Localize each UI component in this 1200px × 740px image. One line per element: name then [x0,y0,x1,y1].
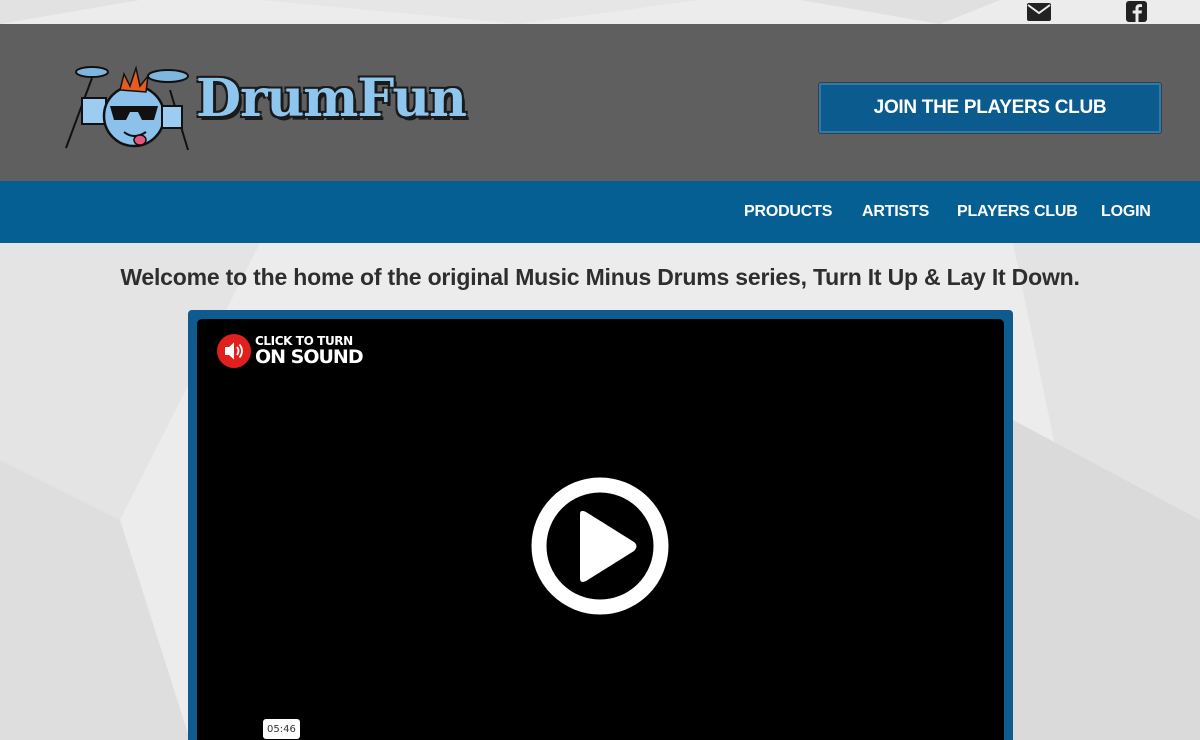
logo-text: DrumFun [196,68,467,129]
nav-item-artists[interactable]: ARTISTS [862,203,929,221]
welcome-heading: Welcome to the home of the original Musi… [120,264,1080,290]
facebook-icon[interactable] [1124,0,1150,24]
video-frame: CLICK TO TURN ON SOUND 05:46 [188,310,1013,740]
nav-item-products[interactable]: PRODUCTS [744,203,832,221]
site-header: DrumFun JOIN THE PLAYERS CLUB [0,24,1200,181]
unmute-label-line2: ON SOUND [255,345,364,368]
play-icon[interactable] [530,476,670,616]
drumfun-logo[interactable]: DrumFun [62,60,467,155]
envelope-icon[interactable] [1026,0,1052,24]
top-bar [0,0,1200,24]
unmute-label: CLICK TO TURN ON SOUND [255,335,364,368]
join-players-club-button[interactable]: JOIN THE PLAYERS CLUB [819,83,1161,133]
nav-item-players-club[interactable]: PLAYERS CLUB [957,203,1078,221]
drummer-mascot-icon [65,65,189,151]
video-duration-badge: 05:46 [263,719,300,739]
nav-item-login[interactable]: LOGIN [1101,203,1151,221]
unmute-button[interactable]: CLICK TO TURN ON SOUND [217,334,364,368]
main-nav: PRODUCTS ARTISTS PLAYERS CLUB LOGIN [0,181,1200,243]
video-player[interactable]: CLICK TO TURN ON SOUND 05:46 [197,319,1004,740]
speaker-icon [217,334,251,368]
